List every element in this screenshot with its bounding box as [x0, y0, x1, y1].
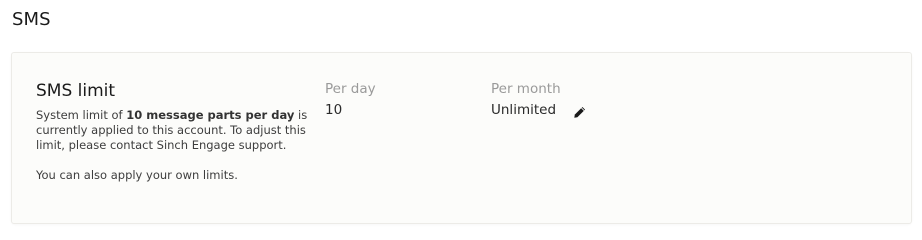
per-month-label: Per month	[491, 81, 561, 97]
per-day-label: Per day	[325, 81, 376, 97]
per-month-value: Unlimited	[491, 102, 557, 118]
per-day-value: 10	[325, 102, 343, 118]
description-paragraph: System limit of 10 message parts per day…	[36, 108, 321, 153]
sms-limit-description: System limit of 10 message parts per day…	[36, 108, 321, 183]
description-prefix: System limit of	[36, 108, 127, 122]
page-title: SMS	[12, 9, 51, 30]
sms-limit-card: SMS limit System limit of 10 message par…	[11, 52, 912, 224]
pencil-icon[interactable]	[573, 104, 586, 118]
description-second-paragraph: You can also apply your own limits.	[36, 168, 238, 182]
section-title: SMS limit	[36, 81, 116, 101]
description-bold-limit: 10 message parts per day	[126, 108, 295, 122]
